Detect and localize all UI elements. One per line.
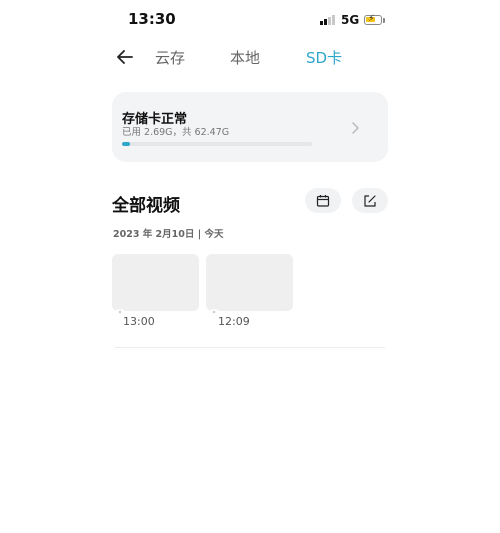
storage-progress-bar: [122, 142, 312, 146]
date-group-header: 2023 年 2月10日 | 今天: [113, 229, 224, 240]
video-thumbnail[interactable]: [112, 254, 199, 315]
status-indicators: 5G ⚡: [320, 12, 386, 28]
divider: [115, 347, 385, 348]
signal-icon: [320, 15, 335, 25]
calendar-button[interactable]: [305, 188, 341, 213]
calendar-icon: [316, 195, 330, 207]
chevron-right-icon: [350, 120, 360, 134]
edit-icon: [364, 195, 376, 207]
all-videos-title: 全部视频: [112, 196, 180, 216]
edit-button[interactable]: [352, 188, 388, 213]
camera-icon: [116, 300, 124, 315]
battery-tip: [383, 17, 386, 23]
top-nav: 云存 本地 SD卡: [0, 40, 500, 74]
storage-usage-text: 已用 2.69G，共 62.47G: [122, 127, 230, 138]
video-thumbnail[interactable]: [206, 254, 293, 315]
network-type: 5G: [341, 13, 360, 27]
tab-cloud-storage[interactable]: 云存: [155, 47, 185, 68]
status-time: 13:30: [128, 10, 176, 28]
tab-sd-card[interactable]: SD卡: [306, 47, 342, 68]
tab-local[interactable]: 本地: [230, 47, 260, 68]
battery-charging-icon: ⚡: [364, 14, 383, 25]
camera-icon: [210, 300, 218, 315]
storage-progress-fill: [122, 142, 131, 146]
back-arrow-icon[interactable]: [114, 46, 136, 68]
storage-card[interactable]: 存储卡正常 已用 2.69G，共 62.47G: [112, 92, 388, 162]
video-time-label: 12:09: [218, 315, 250, 328]
status-bar: 13:30 5G ⚡: [0, 0, 500, 40]
video-time-label: 13:00: [123, 315, 155, 328]
